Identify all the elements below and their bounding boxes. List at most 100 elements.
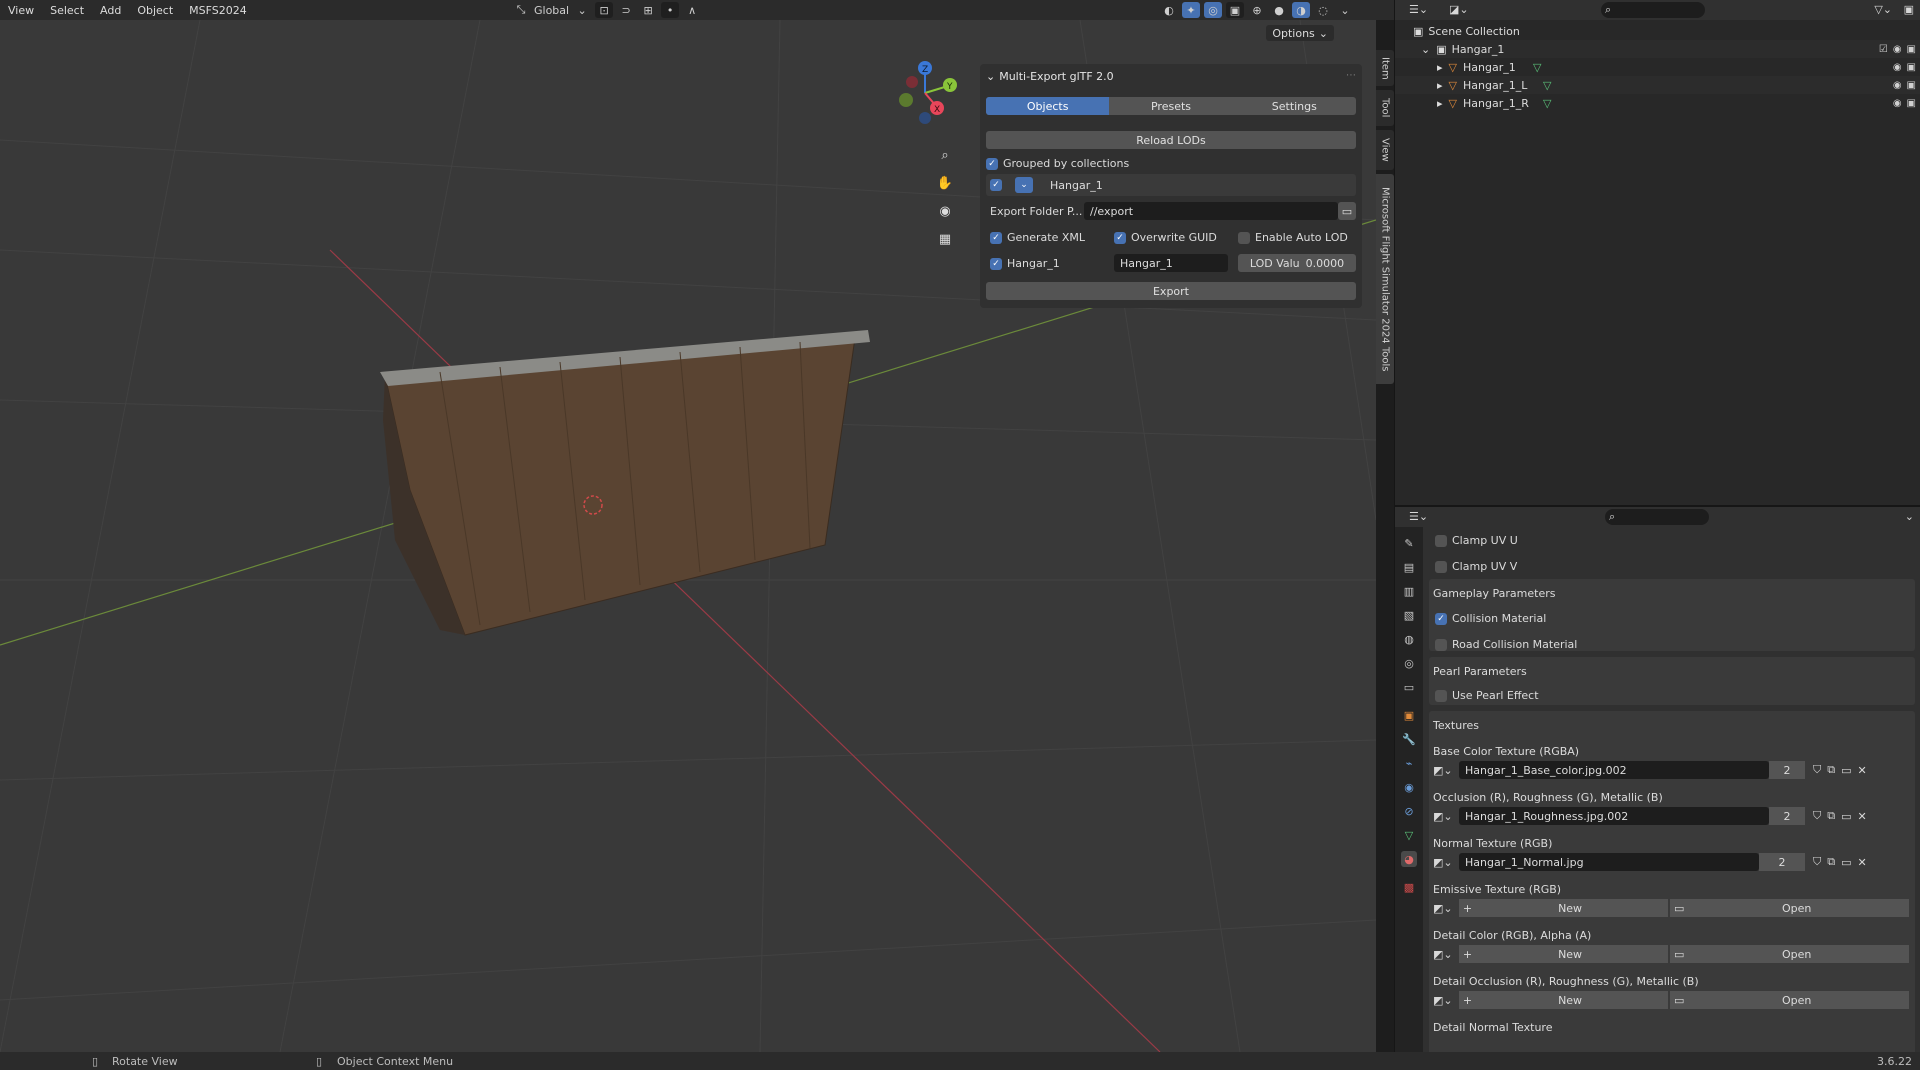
zoom-icon[interactable]: ⌕ [934,144,956,166]
lod-value-field[interactable]: LOD Valu 0.0000 [1238,254,1356,272]
drag-grip-icon[interactable]: ⋯ [1346,70,1356,81]
fake-user-icon[interactable]: ⛉ [1813,763,1821,777]
tab-item[interactable]: Item [1376,50,1394,86]
folder-icon[interactable]: ▭ [1841,856,1851,869]
tab-tool[interactable]: Tool [1376,90,1394,126]
render-icon[interactable]: ▤ [1401,559,1417,575]
outliner-object-row[interactable]: ▸ ▽ Hangar_1_L ▽ ◉ ▣ [1395,76,1920,94]
tool-icon[interactable]: ✎ [1401,535,1417,551]
menu-add[interactable]: Add [92,4,129,17]
eye-icon[interactable]: ◉ [1893,44,1902,55]
folder-icon[interactable]: ▭ [1841,764,1851,777]
image-browse-icon[interactable]: ◩⌄ [1433,902,1459,915]
outliner-collection-row[interactable]: ⌄ ▣ Hangar_1 ☑ ◉ ▣ [1395,40,1920,58]
panel-header[interactable]: ⌄ Multi-Export glTF 2.0 [980,64,1362,88]
fake-user-icon[interactable]: ⛉ [1813,809,1821,823]
tab-msfs-tools[interactable]: Microsoft Flight Simulator 2024 Tools [1376,174,1394,384]
close-icon[interactable]: ✕ [1858,810,1867,823]
image-browse-icon[interactable]: ◩⌄ [1433,994,1459,1007]
tab-settings[interactable]: Settings [1233,97,1356,115]
object-checkbox[interactable]: ✓ [990,257,1002,270]
clamp-uv-u-checkbox[interactable] [1435,534,1447,547]
eye-icon[interactable]: ◉ [1893,98,1902,109]
clamp-uv-u-row[interactable]: Clamp UV U [1435,534,1518,547]
grouped-by-collections-row[interactable]: ✓ Grouped by collections [986,157,1129,170]
export-button[interactable]: Export [986,282,1356,300]
clamp-uv-v-checkbox[interactable] [1435,560,1447,573]
object-name-field[interactable]: Hangar_1 [1114,254,1228,272]
navigation-gizmo[interactable]: Z Y X [890,58,990,158]
wireframe-shading-icon[interactable]: ⊕ [1248,2,1266,18]
duplicate-icon[interactable]: ⧉ [1827,763,1835,777]
folder-icon[interactable]: ▭ [1841,810,1851,823]
expand-arrow-icon[interactable]: ▸ [1437,79,1443,92]
modifier-icon[interactable]: 🔧 [1401,731,1417,747]
camera-render-icon[interactable]: ▣ [1907,44,1916,55]
visibility-icon[interactable]: ◐ [1160,2,1178,18]
material-shading-icon[interactable]: ◑ [1292,2,1310,18]
menu-object[interactable]: Object [129,4,181,17]
orm-file-field[interactable]: Hangar_1_Roughness.jpg.002 [1459,807,1769,825]
outliner-scene-collection[interactable]: ▣ Scene Collection [1395,22,1920,40]
road-collision-row[interactable]: Road Collision Material [1435,638,1577,651]
duplicate-icon[interactable]: ⧉ [1827,855,1835,869]
particles-icon[interactable]: ⌁ [1401,755,1417,771]
menu-view[interactable]: View [0,4,42,17]
open-image-button[interactable]: ▭ Open [1670,945,1909,963]
clamp-uv-v-row[interactable]: Clamp UV V [1435,560,1517,573]
solid-shading-icon[interactable]: ● [1270,2,1288,18]
use-pearl-row[interactable]: Use Pearl Effect [1435,689,1539,702]
eye-icon[interactable]: ◉ [1893,62,1902,73]
camera-render-icon[interactable]: ▣ [1907,80,1916,91]
snap-increment-icon[interactable]: ⊞ [639,2,657,18]
collection-checkbox[interactable]: ✓ [990,179,1002,191]
editor-type-icon[interactable]: ☰⌄ [1409,3,1428,16]
pivot-point-icon[interactable]: ⊡ [595,2,614,18]
close-icon[interactable]: ✕ [1858,764,1867,777]
output-icon[interactable]: ▥ [1401,583,1417,599]
tab-objects[interactable]: Objects [986,97,1110,115]
expand-arrow-icon[interactable]: ⌄ [1421,43,1430,56]
shading-options-icon[interactable]: ⌄ [1336,2,1354,18]
image-browse-icon[interactable]: ◩⌄ [1433,810,1459,823]
open-image-button[interactable]: ▭ Open [1670,899,1909,917]
eye-icon[interactable]: ◉ [1893,80,1902,91]
world-icon[interactable]: ◎ [1401,655,1417,671]
3d-viewport[interactable]: Options ⌄ Z Y X ⌕ ✋ ◉ ▦ ⌄ Multi-Export g… [0,20,1376,1052]
proportional-edit-icon[interactable]: • [661,2,680,18]
editor-type-icon[interactable]: ☰⌄ [1409,510,1428,523]
reload-lods-button[interactable]: Reload LODs [986,131,1356,149]
base-color-users[interactable]: 2 [1769,761,1805,779]
tab-presets[interactable]: Presets [1109,97,1232,115]
texture-icon[interactable]: ▩ [1401,879,1417,895]
collection-icon[interactable]: ▭ [1401,679,1417,695]
camera-icon[interactable]: ◉ [934,200,956,222]
constraints-icon[interactable]: ⊘ [1401,803,1417,819]
expand-arrow-icon[interactable]: ▸ [1437,61,1443,74]
rendered-shading-icon[interactable]: ◌ [1314,2,1332,18]
image-browse-icon[interactable]: ◩⌄ [1433,948,1459,961]
image-browse-icon[interactable]: ◩⌄ [1433,856,1459,869]
filter-icon[interactable]: ▽⌄ [1874,3,1892,16]
transform-orientation-dropdown[interactable]: Global [534,2,569,18]
overwrite-guid-checkbox[interactable]: ✓ [1114,231,1126,244]
mesh-data-icon[interactable]: ▽ [1401,827,1417,843]
chevron-down-icon[interactable]: ⌄ [1905,510,1914,523]
options-dropdown[interactable]: Options ⌄ [1266,25,1334,41]
fake-user-icon[interactable]: ⛉ [1813,855,1821,869]
checkbox-icon[interactable]: ☑ [1879,44,1888,55]
gizmo-toggle-icon[interactable]: ✦ [1182,2,1200,18]
new-image-button[interactable]: + New [1458,945,1669,963]
new-image-button[interactable]: + New [1458,899,1669,917]
outliner-object-row[interactable]: ▸ ▽ Hangar_1 ▽ ◉ ▣ [1395,58,1920,76]
folder-browse-icon[interactable]: ▭ [1338,202,1356,220]
menu-select[interactable]: Select [42,4,92,17]
display-mode-icon[interactable]: ◪⌄ [1449,3,1469,16]
close-icon[interactable]: ✕ [1858,856,1867,869]
xray-icon[interactable]: ▣ [1226,2,1244,18]
properties-search-input[interactable]: ⌕ [1605,509,1709,525]
new-collection-icon[interactable]: ▣ [1904,3,1914,16]
grouped-checkbox[interactable]: ✓ [986,157,998,170]
use-pearl-checkbox[interactable] [1435,689,1447,702]
generate-xml-checkbox[interactable]: ✓ [990,231,1002,244]
